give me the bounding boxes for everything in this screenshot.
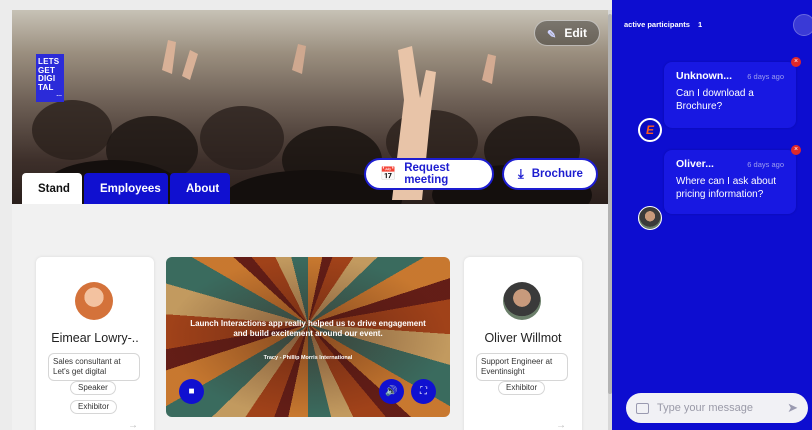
participants-count: 1 xyxy=(697,20,703,29)
video-quote: Launch Interactions app really helped us… xyxy=(190,319,426,338)
tab-stand[interactable]: Stand xyxy=(22,173,82,204)
tab-employees[interactable]: Employees xyxy=(84,173,168,204)
stand-area: LETS GET DIGI TAL ... ✎ Edit 📅 Request m… xyxy=(12,10,612,430)
edit-button[interactable]: ✎ Edit xyxy=(534,20,600,46)
volume-icon[interactable]: 🔊 xyxy=(379,379,404,404)
arrow-right-icon[interactable]: → xyxy=(128,420,138,430)
avatar: E xyxy=(638,118,662,142)
image-icon[interactable] xyxy=(636,402,649,414)
tab-about[interactable]: About xyxy=(170,173,230,204)
edit-label: Edit xyxy=(564,26,587,40)
person-card[interactable]: Eimear Lowry-.. Sales consultant at Let'… xyxy=(36,257,154,430)
person-name: Eimear Lowry-.. xyxy=(51,331,139,345)
brochure-button[interactable]: ⤓ Brochure xyxy=(502,158,598,190)
chat-message: Oliver... 6 days ago Where can I ask abo… xyxy=(664,145,801,214)
arrow-right-icon[interactable]: → xyxy=(556,420,566,430)
message-input[interactable] xyxy=(657,402,767,414)
participants-header: active participants 1 xyxy=(624,20,702,29)
download-icon: ⤓ xyxy=(518,166,524,181)
video-attribution: Tracy - Phillip Morris International xyxy=(263,355,353,361)
participants-label: active participants xyxy=(624,20,690,29)
stand-tabs: Stand Employees About xyxy=(22,173,230,204)
virtual-stand-page: LETS GET DIGI TAL ... ✎ Edit 📅 Request m… xyxy=(0,0,812,430)
video-player[interactable]: Launch Interactions app really helped us… xyxy=(166,257,450,417)
avatar xyxy=(638,206,662,230)
chat-menu-button[interactable] xyxy=(793,14,812,36)
stop-button[interactable]: ■ xyxy=(179,379,204,404)
role-badge: Exhibitor xyxy=(498,381,546,395)
request-meeting-button[interactable]: 📅 Request meeting xyxy=(364,158,494,190)
calendar-icon: 📅 xyxy=(380,166,397,181)
message-text: Where can I ask about pricing informatio… xyxy=(676,176,777,200)
person-name: Oliver Willmot xyxy=(484,331,562,345)
logo-text: TAL xyxy=(38,82,54,92)
avatar xyxy=(503,282,541,320)
person-title: Sales consultant at Let's get digital xyxy=(48,353,140,381)
role-badge: Exhibitor xyxy=(70,400,118,414)
message-time: 6 days ago xyxy=(747,72,784,81)
delete-icon[interactable]: × xyxy=(791,57,801,67)
hero-banner: LETS GET DIGI TAL ... ✎ Edit 📅 Request m… xyxy=(12,10,612,204)
chat-message: Unknown... 6 days ago Can I download a B… xyxy=(664,57,801,128)
request-meeting-label: Request meeting xyxy=(404,162,450,186)
message-time: 6 days ago xyxy=(747,160,784,169)
person-card[interactable]: Oliver Willmot Support Engineer at Event… xyxy=(464,257,582,430)
chat-panel: active participants 1 Unknown... 6 days … xyxy=(612,0,812,430)
brochure-label: Brochure xyxy=(531,168,583,180)
send-icon[interactable]: ➤ xyxy=(787,400,798,416)
person-title: Support Engineer at Eventinsight xyxy=(476,353,568,381)
avatar xyxy=(75,282,113,320)
message-composer: ➤ xyxy=(626,393,808,423)
delete-icon[interactable]: × xyxy=(791,145,801,155)
role-badge: Speaker xyxy=(70,381,116,395)
message-text: Can I download a Brochure? xyxy=(676,88,754,112)
pencil-icon: ✎ xyxy=(547,29,557,41)
logo-dots: ... xyxy=(56,92,62,98)
fullscreen-icon[interactable]: ⛶ xyxy=(411,379,436,404)
company-logo: LETS GET DIGI TAL ... xyxy=(36,54,64,102)
stand-content: Eimear Lowry-.. Sales consultant at Let'… xyxy=(12,204,612,430)
